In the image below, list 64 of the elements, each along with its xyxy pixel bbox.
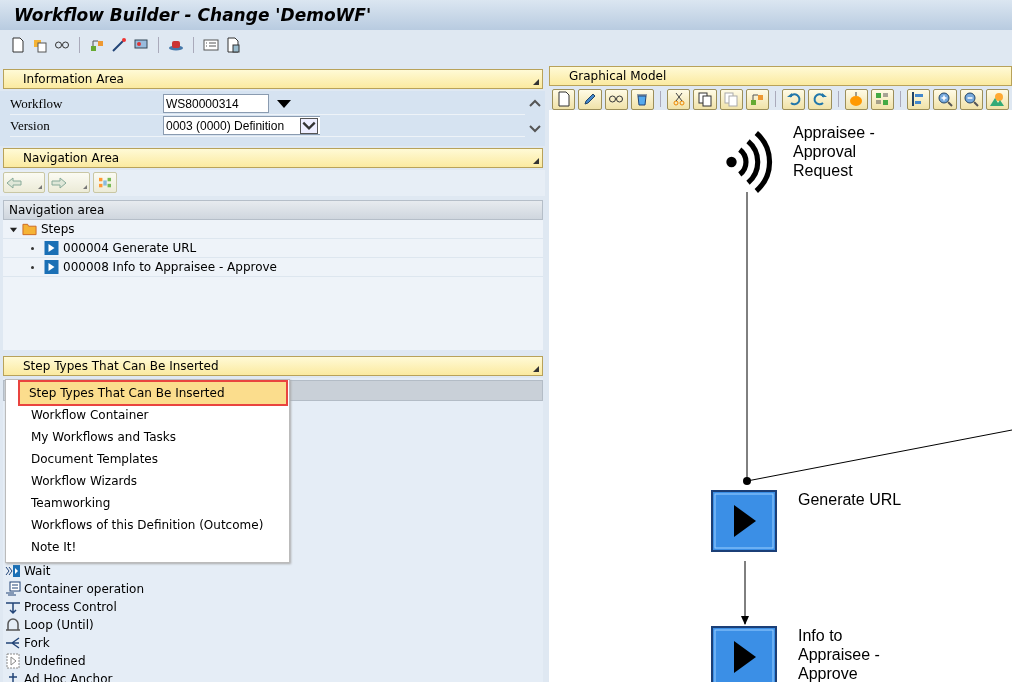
- folder-icon: [22, 222, 37, 236]
- menu-item[interactable]: Workflow Container: [6, 404, 289, 426]
- nodes-icon[interactable]: [749, 91, 766, 107]
- version-select[interactable]: 0003 (0000) Definition: [163, 116, 320, 135]
- right-arrow-icon: [51, 176, 67, 189]
- blocks-icon: [97, 176, 113, 189]
- tree-item[interactable]: 000008 Info to Appraisee - Approve: [63, 260, 277, 274]
- nodes-icon[interactable]: [89, 37, 105, 53]
- step-type-item[interactable]: Container operation: [24, 582, 145, 596]
- menu-item[interactable]: Note It!: [6, 536, 289, 558]
- doc-icon[interactable]: [555, 91, 572, 107]
- dropdown-icon[interactable]: [277, 99, 291, 108]
- pumpkin-icon[interactable]: [848, 91, 865, 107]
- doc-icon[interactable]: [10, 37, 26, 53]
- chevron-down-icon[interactable]: [300, 117, 318, 134]
- step-type-item[interactable]: Undefined: [24, 654, 86, 668]
- panel-header[interactable]: Graphical Model: [549, 66, 1012, 86]
- left-arrow-icon: [6, 176, 22, 189]
- wand-icon[interactable]: [111, 37, 127, 53]
- step-icon: [44, 241, 59, 255]
- step-type-item[interactable]: Wait: [24, 564, 51, 578]
- fork-icon: [5, 635, 21, 651]
- field-label: Version: [10, 117, 51, 134]
- mountain-icon[interactable]: [989, 91, 1006, 107]
- activity-step-icon[interactable]: [711, 626, 777, 682]
- menu-item[interactable]: Step Types That Can Be Inserted: [20, 382, 286, 404]
- panel-header[interactable]: Step Types That Can Be Inserted: [3, 356, 543, 376]
- menu-item[interactable]: Workflows of this Definition (Outcome): [6, 514, 289, 536]
- step-type-item[interactable]: Process Control: [24, 600, 117, 614]
- grid-icon[interactable]: [874, 91, 891, 107]
- tree-header: Navigation area: [3, 200, 543, 220]
- panel-header[interactable]: Navigation Area: [3, 148, 543, 168]
- redo-icon[interactable]: [811, 91, 828, 107]
- menu-item[interactable]: Teamworking: [6, 492, 289, 514]
- field-label: Workflow: [10, 95, 64, 112]
- step-type-item[interactable]: Fork: [24, 636, 50, 650]
- tree-item[interactable]: 000004 Generate URL: [63, 241, 197, 255]
- menu-item[interactable]: My Workflows and Tasks: [6, 426, 289, 448]
- undo-icon[interactable]: [785, 91, 802, 107]
- connector-arrow: [741, 560, 749, 625]
- process-control-icon: [5, 599, 21, 615]
- scissors-icon[interactable]: [670, 91, 687, 107]
- container-operation-icon: [5, 581, 21, 597]
- step-type-item[interactable]: Loop (Until): [24, 618, 94, 632]
- panel-header[interactable]: Information Area: [3, 69, 543, 89]
- menu-item[interactable]: Document Templates: [6, 448, 289, 470]
- menu-item[interactable]: Workflow Wizards: [6, 470, 289, 492]
- node-label: Info to Appraisee - Approve: [798, 626, 881, 682]
- copy-icon[interactable]: [696, 91, 713, 107]
- zoomin-icon[interactable]: [936, 91, 953, 107]
- activity-step-icon[interactable]: [711, 490, 777, 552]
- loop-icon: [5, 617, 21, 633]
- zoomout-icon[interactable]: [963, 91, 980, 107]
- wait-step-icon: [5, 563, 21, 579]
- pencil-icon[interactable]: [581, 91, 598, 107]
- node-label: Appraisee - Approval Request: [793, 123, 876, 181]
- undefined-step-icon: [5, 653, 21, 669]
- window-title: Workflow Builder - Change 'DemoWF': [14, 5, 372, 25]
- workflow-field[interactable]: WS80000314: [163, 94, 269, 113]
- junction-dot: [743, 477, 751, 485]
- tree-item[interactable]: Steps: [41, 222, 75, 236]
- node-label: Generate URL: [798, 490, 903, 510]
- list-icon[interactable]: [203, 37, 219, 53]
- step-icon: [44, 260, 59, 274]
